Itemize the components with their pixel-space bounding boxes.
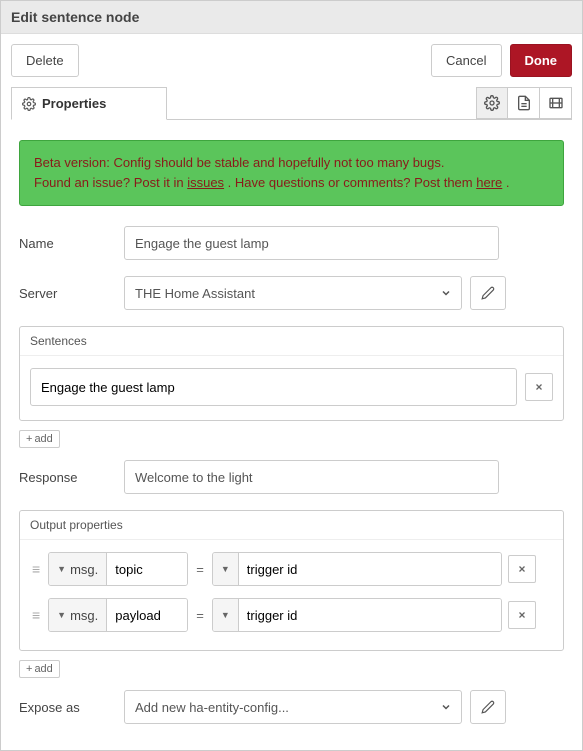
tab-appearance-icon[interactable] [540, 87, 572, 119]
name-label: Name [19, 236, 124, 251]
name-input[interactable] [124, 226, 499, 260]
msg-type-dropdown[interactable]: ▼msg. [49, 599, 107, 631]
tab-description-icon[interactable] [508, 87, 540, 119]
beta-notice: Beta version: Config should be stable an… [19, 140, 564, 206]
output-prop-input[interactable] [107, 553, 187, 585]
output-remove-button[interactable] [508, 601, 536, 629]
msg-type-dropdown[interactable]: ▼msg. [49, 553, 107, 585]
issues-link[interactable]: issues [187, 175, 224, 190]
done-button[interactable]: Done [510, 44, 573, 77]
output-prop-pair: ▼msg. [48, 598, 188, 632]
equals-sign: = [194, 608, 206, 623]
delete-button[interactable]: Delete [11, 44, 79, 77]
output-value-input[interactable] [239, 599, 501, 631]
equals-sign: = [194, 562, 206, 577]
expose-edit-button[interactable] [470, 690, 506, 724]
value-type-dropdown[interactable]: ▼ [213, 553, 239, 585]
output-prop-input[interactable] [107, 599, 187, 631]
sentences-section: Sentences [19, 326, 564, 421]
add-output-button[interactable]: + add [19, 660, 60, 678]
output-title: Output properties [20, 511, 563, 540]
here-link[interactable]: here [476, 175, 502, 190]
expose-label: Expose as [19, 700, 124, 715]
tab-properties[interactable]: Properties [11, 87, 167, 120]
output-prop-pair: ▼msg. [48, 552, 188, 586]
tab-settings-icon[interactable] [476, 87, 508, 119]
sentences-title: Sentences [20, 327, 563, 356]
grip-icon[interactable]: ≡ [30, 561, 42, 577]
cancel-button[interactable]: Cancel [431, 44, 501, 77]
value-type-dropdown[interactable]: ▼ [213, 599, 239, 631]
gear-icon [22, 97, 36, 111]
response-label: Response [19, 470, 124, 485]
output-value-pair: ▼ [212, 552, 502, 586]
expose-select[interactable] [124, 690, 462, 724]
server-label: Server [19, 286, 124, 301]
response-input[interactable] [124, 460, 499, 494]
plus-icon: + [26, 433, 32, 445]
output-remove-button[interactable] [508, 555, 536, 583]
output-value-input[interactable] [239, 553, 501, 585]
sentence-input[interactable] [30, 368, 517, 406]
server-select[interactable] [124, 276, 462, 310]
output-value-pair: ▼ [212, 598, 502, 632]
dialog-title: Edit sentence node [1, 1, 582, 34]
grip-icon[interactable]: ≡ [30, 607, 42, 623]
sentence-remove-button[interactable] [525, 373, 553, 401]
server-edit-button[interactable] [470, 276, 506, 310]
add-sentence-button[interactable]: + add [19, 430, 60, 448]
output-section: Output properties ≡ ▼msg. = ▼ [19, 510, 564, 651]
plus-icon: + [26, 663, 32, 675]
tab-label: Properties [42, 96, 106, 111]
